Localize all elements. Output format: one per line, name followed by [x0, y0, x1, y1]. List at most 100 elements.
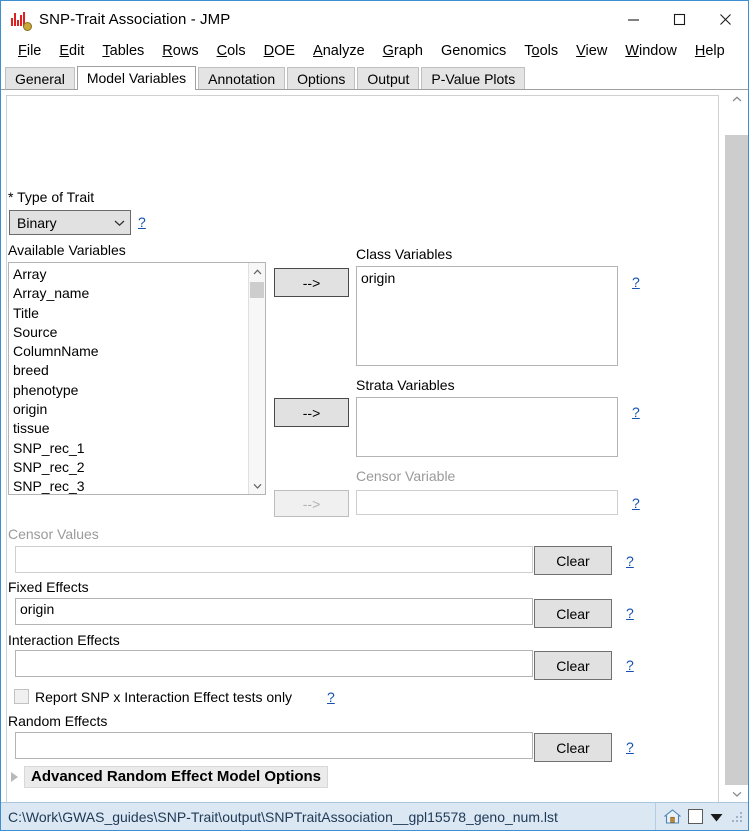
menu-help[interactable]: Help: [686, 41, 734, 62]
status-path: C:\Work\GWAS_guides\SNP-Trait\output\SNP…: [1, 809, 558, 825]
tab-model-variables[interactable]: Model Variables: [77, 66, 196, 90]
strata-variables-items: [357, 398, 617, 400]
list-item[interactable]: Array: [13, 265, 265, 284]
caret-down-icon[interactable]: [710, 809, 723, 825]
list-item[interactable]: tissue: [13, 419, 265, 438]
report-snp-checkbox-label: Report SNP x Interaction Effect tests on…: [35, 689, 292, 705]
fixed-effects-input[interactable]: origin: [15, 598, 533, 625]
random-effects-help[interactable]: ?: [626, 739, 634, 755]
window-controls: [610, 1, 748, 38]
available-variables-label: Available Variables: [8, 242, 126, 258]
strata-variables-help[interactable]: ?: [632, 404, 640, 420]
model-variables-pane: * Type of Trait Binary ? Available Varia…: [1, 90, 719, 802]
tab-strip: General Model Variables Annotation Optio…: [1, 64, 748, 90]
list-item[interactable]: Source: [13, 323, 265, 342]
strata-variables-label: Strata Variables: [356, 377, 455, 393]
menu-tools[interactable]: Tools: [515, 41, 567, 62]
interaction-effects-help[interactable]: ?: [626, 657, 634, 673]
censor-variable-input: [356, 490, 618, 515]
class-variables-list[interactable]: origin: [356, 266, 618, 366]
type-of-trait-help[interactable]: ?: [138, 214, 146, 230]
add-to-strata-variables-button[interactable]: -->: [274, 398, 349, 427]
report-snp-checkbox[interactable]: [14, 689, 29, 704]
tab-options[interactable]: Options: [287, 67, 355, 89]
random-effects-input[interactable]: [15, 732, 533, 759]
maximize-icon[interactable]: [656, 1, 702, 38]
tab-annotation[interactable]: Annotation: [198, 67, 285, 89]
list-item[interactable]: ColumnName: [13, 342, 265, 361]
strata-variables-list[interactable]: [356, 397, 618, 457]
censor-variable-label: Censor Variable: [356, 468, 455, 484]
menu-view[interactable]: View: [567, 41, 616, 62]
menu-graph[interactable]: Graph: [374, 41, 432, 62]
censor-values-label: Censor Values: [8, 526, 99, 542]
menu-genomics[interactable]: Genomics: [432, 41, 515, 62]
scroll-up-icon[interactable]: [249, 263, 265, 280]
interaction-effects-clear-button[interactable]: Clear: [534, 651, 612, 680]
type-of-trait-label: * Type of Trait: [8, 189, 94, 205]
dialog-vertical-scrollbar[interactable]: [719, 90, 748, 802]
menu-cols[interactable]: Cols: [208, 41, 255, 62]
type-of-trait-select[interactable]: Binary: [9, 210, 131, 235]
menu-analyze[interactable]: Analyze: [304, 41, 374, 62]
menu-edit[interactable]: Edit: [50, 41, 93, 62]
list-item[interactable]: origin: [361, 269, 617, 288]
class-variables-items: origin: [357, 267, 617, 288]
list-item[interactable]: Array_name: [13, 284, 265, 303]
jmp-app-icon: [10, 9, 32, 31]
interaction-effects-label: Interaction Effects: [8, 632, 120, 648]
censor-values-input: [15, 546, 533, 573]
scrollbar-thumb[interactable]: [250, 282, 264, 298]
scrollbar-thumb[interactable]: [725, 135, 748, 785]
advanced-random-effect-options-toggle[interactable]: Advanced Random Effect Model Options: [11, 766, 328, 788]
menu-rows[interactable]: Rows: [153, 41, 207, 62]
add-to-censor-variable-button: -->: [274, 490, 349, 517]
menu-doe[interactable]: DOE: [255, 41, 304, 62]
class-variables-help[interactable]: ?: [632, 274, 640, 290]
list-item[interactable]: SNP_rec_1: [13, 439, 265, 458]
type-of-trait-value: Binary: [10, 215, 108, 231]
list-item[interactable]: SNP_rec_2: [13, 458, 265, 477]
fixed-effects-help[interactable]: ?: [626, 605, 634, 621]
class-variables-label: Class Variables: [356, 246, 452, 262]
window-icon[interactable]: [688, 809, 703, 824]
resize-grip-icon[interactable]: [732, 811, 744, 823]
home-icon[interactable]: [664, 809, 681, 824]
menu-tables[interactable]: Tables: [93, 41, 153, 62]
content-area: * Type of Trait Binary ? Available Varia…: [1, 90, 748, 802]
fixed-effects-label: Fixed Effects: [8, 579, 89, 595]
scroll-down-icon[interactable]: [249, 477, 265, 494]
available-variables-scrollbar[interactable]: [248, 263, 265, 494]
close-icon[interactable]: [702, 1, 748, 38]
jmp-dialog-window: SNP-Trait Association - JMP File Edit Ta…: [0, 0, 749, 831]
chevron-right-icon: [11, 772, 18, 782]
window-title: SNP-Trait Association - JMP: [39, 11, 230, 28]
scroll-up-icon[interactable]: [725, 90, 748, 107]
interaction-effects-input[interactable]: [15, 650, 533, 677]
list-item[interactable]: SNP_rec_3: [13, 477, 265, 495]
menu-window[interactable]: Window: [616, 41, 686, 62]
random-effects-label: Random Effects: [8, 713, 107, 729]
menu-bar: File Edit Tables Rows Cols DOE Analyze G…: [1, 38, 748, 64]
available-variables-list[interactable]: Array Array_name Title Source ColumnName…: [8, 262, 266, 495]
menu-file[interactable]: File: [9, 41, 50, 62]
random-effects-clear-button[interactable]: Clear: [534, 733, 612, 762]
list-item[interactable]: origin: [13, 400, 265, 419]
status-bar: C:\Work\GWAS_guides\SNP-Trait\output\SNP…: [1, 802, 748, 830]
available-variables-items: Array Array_name Title Source ColumnName…: [9, 263, 265, 495]
censor-variable-help[interactable]: ?: [632, 495, 640, 511]
list-item[interactable]: phenotype: [13, 381, 265, 400]
report-snp-help[interactable]: ?: [327, 689, 335, 705]
list-item[interactable]: Title: [13, 304, 265, 323]
list-item[interactable]: breed: [13, 361, 265, 380]
censor-values-clear-button[interactable]: Clear: [534, 546, 612, 575]
minimize-icon[interactable]: [610, 1, 656, 38]
scroll-down-icon[interactable]: [725, 785, 748, 802]
censor-values-help[interactable]: ?: [626, 553, 634, 569]
add-to-class-variables-button[interactable]: -->: [274, 268, 349, 297]
tab-output[interactable]: Output: [357, 67, 419, 89]
tab-pvalue-plots[interactable]: P-Value Plots: [421, 67, 525, 89]
fixed-effects-clear-button[interactable]: Clear: [534, 599, 612, 628]
tab-general[interactable]: General: [5, 67, 75, 89]
title-bar: SNP-Trait Association - JMP: [1, 1, 748, 38]
